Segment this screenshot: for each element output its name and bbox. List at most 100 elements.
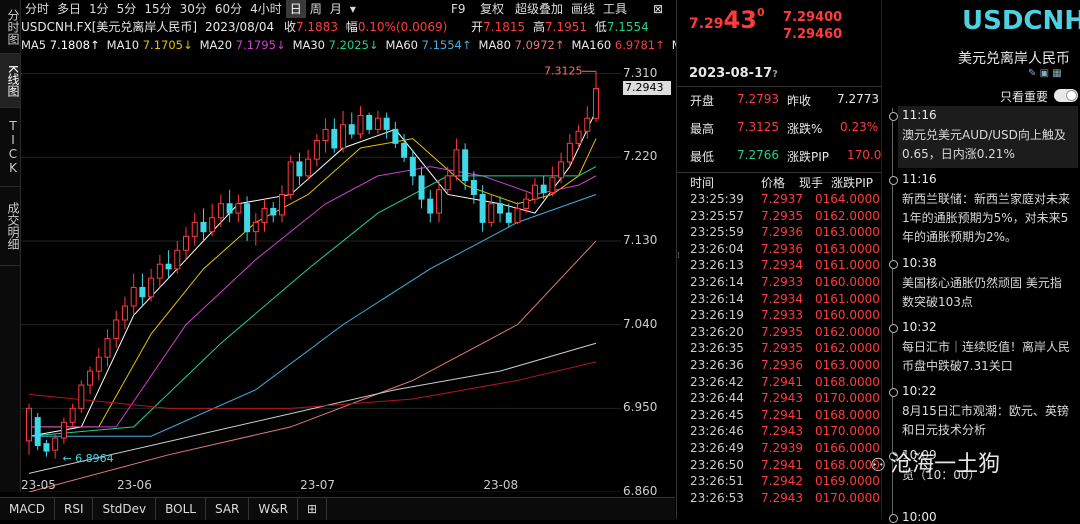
candle-body <box>69 407 76 423</box>
candle-body <box>584 117 591 132</box>
ask-price-2: 7.29460 <box>783 27 843 42</box>
candle-body <box>209 217 216 233</box>
tab-tick[interactable]: TICK <box>0 108 20 187</box>
news-item[interactable]: 新西兰联储：新西兰家庭对未来1年的通胀预期为5%，对未来5年的通胀预期为2%。 <box>902 190 1072 247</box>
wechat-icon: ⚇ <box>870 455 887 476</box>
candle-body <box>252 221 259 233</box>
candle-body <box>549 177 556 194</box>
candle-body <box>270 207 277 216</box>
stat-label: 涨跌PIP <box>787 150 830 164</box>
candle-body <box>505 212 512 223</box>
ma-legend-item: MA10 7.1705↓ <box>106 38 193 52</box>
candle-body <box>87 370 94 386</box>
tab-period-60m[interactable]: 60分 <box>211 0 246 18</box>
news-panel: USDCNH 美元兑离岸人民币 ✎ ▣ ▦ 只看重要 11:16 澳元兑美元AUD… <box>870 0 1080 524</box>
stat-value: 7.2766 <box>737 148 779 162</box>
candle-body <box>558 161 565 179</box>
candle-body <box>409 156 416 177</box>
important-only-toggle[interactable] <box>1054 89 1078 102</box>
y-tick-label: 6.950 <box>623 400 658 415</box>
news-time: 10:38 <box>902 256 937 270</box>
candle-body <box>566 142 573 163</box>
left-view-tabs: 分时图 K线图 TICK 成交明细 <box>0 0 21 492</box>
tab-rsi[interactable]: RSI <box>55 498 94 520</box>
ma-legend-item: MA30 7.2025↓ <box>292 38 379 52</box>
tab-boll[interactable]: BOLL <box>156 498 206 520</box>
tab-period-15m[interactable]: 15分 <box>140 0 175 18</box>
tab-trade-details[interactable]: 成交明细 <box>0 187 20 266</box>
last-price-tag: 7.2943 <box>623 81 671 96</box>
candle-body <box>453 149 460 177</box>
ma-legend-item: MA60 7.1554↑ <box>385 38 472 52</box>
candle-body <box>479 193 486 223</box>
f9-button[interactable]: F9 <box>447 0 470 18</box>
candle-body <box>60 421 67 439</box>
add-indicator-icon[interactable]: ⊞ <box>298 498 328 520</box>
period-more-icon[interactable]: ▾ <box>346 0 360 18</box>
stat-value: 7.2773 <box>837 92 879 106</box>
candle-body <box>374 117 381 130</box>
stat-value: 0.23% <box>840 120 879 134</box>
candle-body <box>183 235 190 251</box>
news-symbol-name: 美元兑离岸人民币 <box>958 51 1070 67</box>
tab-stddev[interactable]: StdDev <box>93 498 157 520</box>
draw-button[interactable]: 画线 <box>567 0 599 18</box>
tab-period-day[interactable]: 日 <box>285 0 306 18</box>
candle-body <box>156 263 163 279</box>
low-label: 低 <box>594 20 607 34</box>
candle-body <box>104 338 111 358</box>
tab-wr[interactable]: W&R <box>249 498 298 520</box>
news-time: 11:16 <box>902 172 937 186</box>
quote-panel: 7.29430 7.29400 7.29460 2023-08-17? 开盘 7.… <box>676 0 881 519</box>
tab-kline-chart[interactable]: K线图 <box>0 54 20 108</box>
news-time: 11:16 <box>902 108 937 122</box>
tab-period-30m[interactable]: 30分 <box>176 0 211 18</box>
tools-button[interactable]: 工具 <box>599 0 631 18</box>
low-marker-label: ← 6.8964 <box>62 452 113 465</box>
tab-sar[interactable]: SAR <box>206 498 250 520</box>
adjust-button[interactable]: 复权 <box>476 0 508 18</box>
tab-period-week[interactable]: 周 <box>306 0 326 18</box>
expand-icon[interactable]: ⊠ <box>649 0 667 18</box>
panel-collapse-handle[interactable]: ⁞ <box>677 250 685 310</box>
news-item[interactable]: 澳元兑美元AUD/USD向上触及0.65，日内涨0.21% <box>902 126 1072 164</box>
candle-body <box>313 140 320 160</box>
candle-body <box>540 184 547 194</box>
tab-period-month[interactable]: 月 <box>326 0 346 18</box>
ma-legend-item: MA20 7.1795↓ <box>199 38 286 52</box>
quote-date: 2023-08-17? <box>689 66 778 81</box>
kline-chart[interactable]: 7.3125 ← 6.8964 <box>21 55 621 492</box>
candle-body <box>235 203 242 214</box>
tab-period-multiday[interactable]: 多日 <box>53 0 85 18</box>
help-icon: ? <box>772 69 778 80</box>
news-item[interactable]: 8月15日汇市观潮：欧元、英镑和日元技术分析 <box>902 402 1072 440</box>
stat-value: 7.3125 <box>737 120 779 134</box>
candle-body <box>401 142 408 158</box>
x-tick-label: 23-07 <box>300 478 335 492</box>
candle-body <box>226 203 233 214</box>
candle-body <box>488 203 495 223</box>
news-item[interactable]: 美国核心通胀仍然顽固 美元指数突破103点 <box>902 274 1072 312</box>
overlay-button[interactable]: 超级叠加 <box>511 0 567 18</box>
news-item[interactable]: 每日汇市｜连续贬值！离岸人民币盘中跌破7.31关口 <box>902 338 1072 376</box>
ma-line <box>28 110 597 437</box>
candle-body <box>462 149 469 182</box>
candle-body <box>322 128 329 142</box>
ma-legend-item: MA80 7.0972↑ <box>478 38 565 52</box>
candle-info-bar: USDCNH.FX[美元兑离岸人民币] 2023/08/04 收7.1883 幅… <box>21 18 675 36</box>
candle-body <box>331 128 338 149</box>
y-tick-label: 7.040 <box>623 316 658 331</box>
tab-period-1m[interactable]: 1分 <box>85 0 113 18</box>
tab-timeshare-chart[interactable]: 分时图 <box>0 0 20 54</box>
low-value: 7.1554 <box>606 20 649 34</box>
candle-body <box>296 161 303 177</box>
x-tick-label: 23-08 <box>483 478 519 492</box>
tab-period-4h[interactable]: 4小时 <box>246 0 286 18</box>
candle-body <box>200 221 207 233</box>
panel-icons[interactable]: ✎ ▣ ▦ <box>1028 68 1062 79</box>
tab-period-5m[interactable]: 5分 <box>113 0 141 18</box>
indicator-tabs: MACD RSI StdDev BOLL SAR W&R ⊞ <box>0 497 675 520</box>
tab-period-timeshare[interactable]: 分时 <box>21 0 53 18</box>
tab-macd[interactable]: MACD <box>0 498 55 520</box>
candle-body <box>340 124 347 149</box>
